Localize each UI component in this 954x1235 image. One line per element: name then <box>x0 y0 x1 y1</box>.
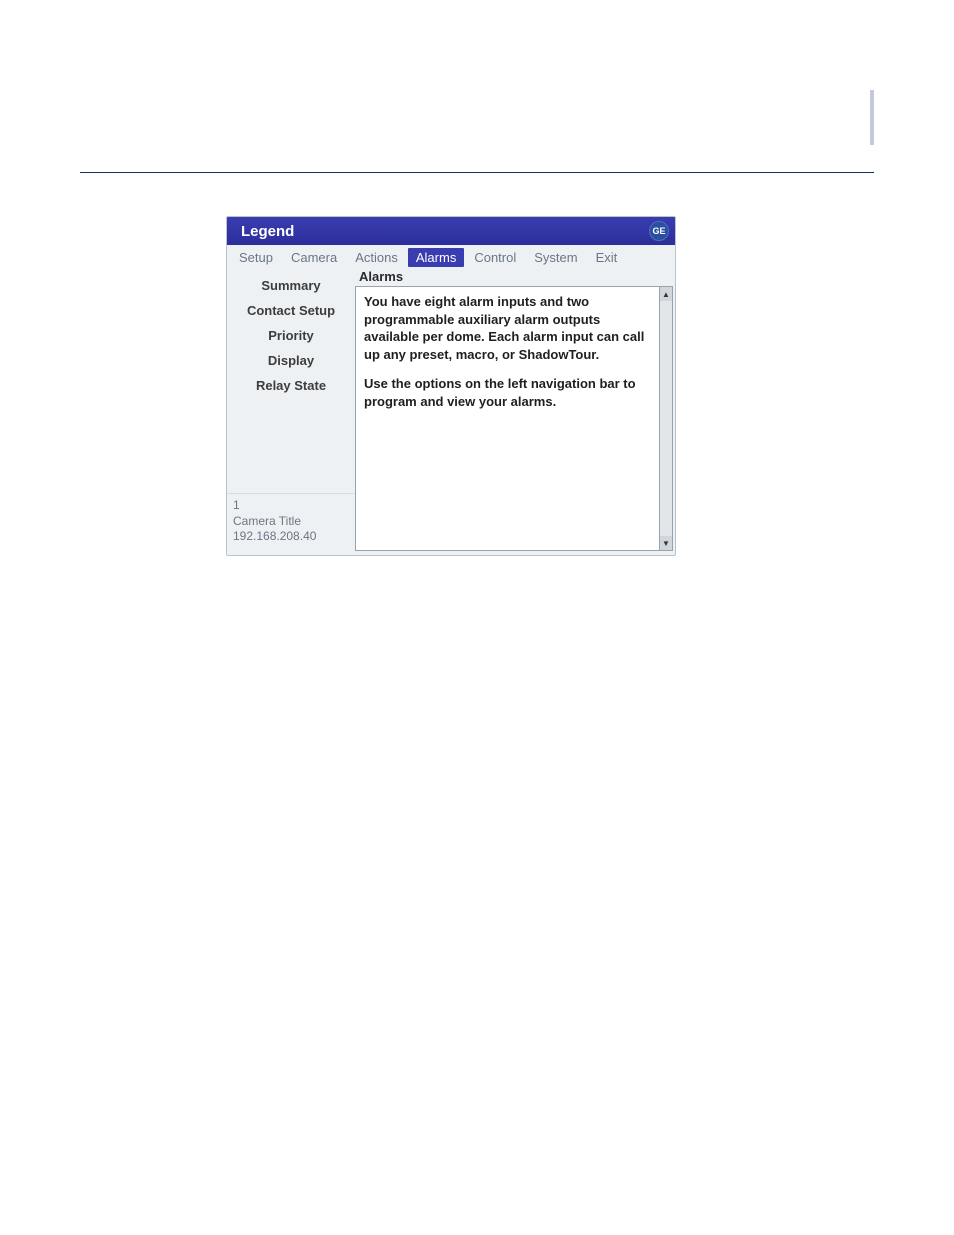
sidebar-item-summary[interactable]: Summary <box>227 273 355 298</box>
sidebar-item-contact-setup[interactable]: Contact Setup <box>227 298 355 323</box>
menu-system[interactable]: System <box>526 248 585 267</box>
vertical-scrollbar[interactable]: ▲ ▼ <box>659 286 673 551</box>
content-area: Summary Contact Setup Priority Display R… <box>227 269 675 555</box>
scroll-up-arrow-icon[interactable]: ▲ <box>660 287 672 301</box>
page-divider <box>80 172 874 173</box>
main-panel: Alarms You have eight alarm inputs and t… <box>355 269 675 555</box>
alarms-paragraph-1: You have eight alarm inputs and two prog… <box>364 293 651 363</box>
menu-alarms[interactable]: Alarms <box>408 248 464 267</box>
menu-actions[interactable]: Actions <box>347 248 406 267</box>
camera-title: Camera Title <box>233 514 349 530</box>
scroll-down-arrow-icon[interactable]: ▼ <box>660 536 672 550</box>
legend-window: Legend GE Setup Camera Actions Alarms Co… <box>226 216 676 556</box>
alarms-paragraph-2: Use the options on the left navigation b… <box>364 375 651 410</box>
menu-camera[interactable]: Camera <box>283 248 345 267</box>
sidebar-item-relay-state[interactable]: Relay State <box>227 373 355 398</box>
camera-ip: 192.168.208.40 <box>233 529 349 545</box>
panel-body: You have eight alarm inputs and two prog… <box>355 286 659 551</box>
window-title: Legend <box>241 223 294 240</box>
sidebar-item-priority[interactable]: Priority <box>227 323 355 348</box>
menu-bar: Setup Camera Actions Alarms Control Syst… <box>227 245 675 269</box>
menu-exit[interactable]: Exit <box>588 248 626 267</box>
page-margin-mark <box>870 90 874 145</box>
ge-logo-icon: GE <box>649 221 669 241</box>
sidebar: Summary Contact Setup Priority Display R… <box>227 269 355 555</box>
panel-body-wrap: You have eight alarm inputs and two prog… <box>355 286 673 551</box>
camera-index: 1 <box>233 498 349 514</box>
sidebar-item-display[interactable]: Display <box>227 348 355 373</box>
panel-heading: Alarms <box>355 269 675 286</box>
menu-control[interactable]: Control <box>466 248 524 267</box>
title-bar: Legend GE <box>227 217 675 245</box>
menu-setup[interactable]: Setup <box>231 248 281 267</box>
camera-info: 1 Camera Title 192.168.208.40 <box>227 493 355 549</box>
nav-list: Summary Contact Setup Priority Display R… <box>227 269 355 402</box>
